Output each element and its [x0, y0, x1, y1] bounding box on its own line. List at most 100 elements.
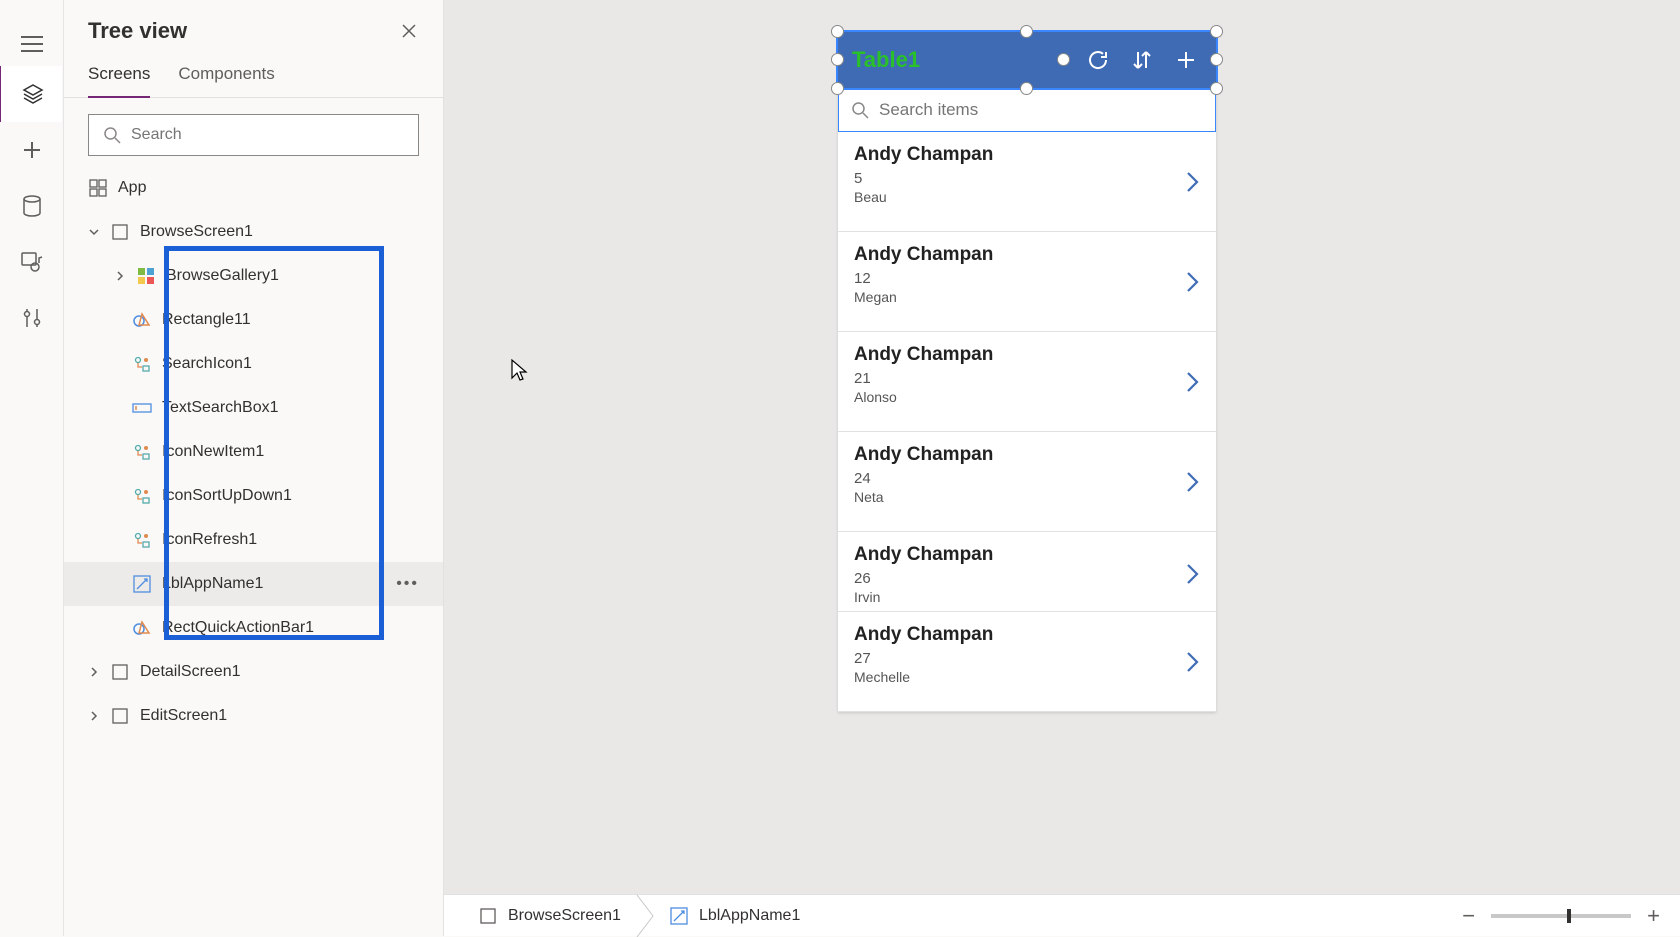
gallery-item[interactable]: Andy Champan 27 Mechelle [838, 612, 1216, 712]
tree-node-editscreen1[interactable]: EditScreen1 [64, 694, 443, 738]
layers-icon [22, 83, 44, 105]
gallery-item-sub: Irvin [854, 589, 1200, 605]
refresh-icon [1086, 48, 1110, 72]
tree-view-title: Tree view [88, 18, 187, 44]
tree-view-tabs: Screens Components [64, 44, 443, 98]
left-rail [0, 0, 64, 936]
tree-node-more-button[interactable]: ••• [396, 575, 419, 593]
shape-icon [132, 310, 152, 330]
rail-tree-view-button[interactable] [0, 66, 62, 122]
selection-handle[interactable] [831, 25, 844, 38]
screen-icon [478, 906, 498, 926]
shape-icon [132, 618, 152, 638]
gallery-item-sub: Neta [854, 489, 1200, 505]
zoom-slider-thumb[interactable] [1567, 909, 1571, 923]
gallery-item[interactable]: Andy Champan 12 Megan [838, 232, 1216, 332]
zoom-out-button[interactable]: − [1462, 903, 1475, 929]
gallery-item[interactable]: Andy Champan 5 Beau [838, 132, 1216, 232]
tree-node-label: IconSortUpDown1 [162, 487, 292, 505]
tree-node-detailscreen1[interactable]: DetailScreen1 [64, 650, 443, 694]
tree-node-rectangle11[interactable]: Rectangle11 [64, 298, 443, 342]
phone-gallery[interactable]: Andy Champan 5 Beau Andy Champan 12 Mega… [838, 132, 1216, 712]
phone-search-box[interactable] [838, 88, 1216, 132]
tree-view-close-button[interactable] [401, 23, 417, 39]
close-icon [401, 23, 417, 39]
sort-button[interactable] [1126, 44, 1158, 76]
chevron-right-icon[interactable] [1186, 650, 1200, 674]
zoom-slider[interactable] [1491, 914, 1631, 918]
hamburger-menu-button[interactable] [0, 18, 64, 66]
gallery-item-name: Andy Champan [854, 244, 1200, 266]
search-icon [103, 126, 121, 144]
phone-header[interactable]: Table1 [838, 32, 1216, 88]
tree-node-label: DetailScreen1 [140, 663, 241, 681]
rail-media-button[interactable] [0, 234, 64, 290]
canvas[interactable]: Table1 [444, 0, 1680, 894]
breadcrumb-label: LblAppName1 [699, 907, 800, 925]
tree-node-browsegallery1[interactable]: BrowseGallery1 [64, 254, 443, 298]
screen-icon [110, 222, 130, 242]
selection-handle[interactable] [1210, 53, 1223, 66]
tab-screens[interactable]: Screens [88, 64, 150, 98]
selection-handle[interactable] [1020, 25, 1033, 38]
chevron-right-icon[interactable] [1186, 170, 1200, 194]
gallery-item-sub: Megan [854, 289, 1200, 305]
refresh-button[interactable] [1082, 44, 1114, 76]
tree-list: App BrowseScreen1 BrowseGallery1 R [64, 166, 443, 738]
breadcrumb-separator [635, 895, 655, 937]
component-icon [132, 530, 152, 550]
app-icon [88, 178, 108, 198]
label-icon [669, 906, 689, 926]
label-icon [132, 574, 152, 594]
tree-search-input[interactable] [131, 126, 404, 144]
chevron-right-icon[interactable] [1186, 270, 1200, 294]
zoom-in-button[interactable]: + [1647, 903, 1660, 929]
rail-data-button[interactable] [0, 178, 64, 234]
tree-search-box[interactable] [88, 114, 419, 156]
phone-search-input[interactable] [879, 100, 1203, 120]
tab-components[interactable]: Components [178, 64, 274, 97]
tree-node-label: Rectangle11 [162, 311, 251, 329]
tree-node-iconrefresh1[interactable]: IconRefresh1 [64, 518, 443, 562]
gallery-item[interactable]: Andy Champan 21 Alonso [838, 332, 1216, 432]
plus-icon [1175, 49, 1197, 71]
tree-node-textsearchbox1[interactable]: TextSearchBox1 [64, 386, 443, 430]
chevron-right-icon[interactable] [1186, 562, 1200, 586]
gallery-item-name: Andy Champan [854, 544, 1200, 566]
tree-node-rectquickactionbar1[interactable]: RectQuickActionBar1 [64, 606, 443, 650]
textbox-icon [132, 398, 152, 418]
breadcrumb-screen[interactable]: BrowseScreen1 [464, 895, 635, 936]
gallery-item-name: Andy Champan [854, 344, 1200, 366]
gallery-icon [136, 266, 156, 286]
gallery-item[interactable]: Andy Champan 24 Neta [838, 432, 1216, 532]
zoom-controls: − + [1462, 903, 1660, 929]
tree-node-browsescreen1[interactable]: BrowseScreen1 [64, 210, 443, 254]
chevron-right-icon[interactable] [1186, 470, 1200, 494]
component-icon [132, 442, 152, 462]
sort-icon [1131, 48, 1153, 72]
gallery-item-sub: Mechelle [854, 669, 1200, 685]
tree-node-searchicon1[interactable]: SearchIcon1 [64, 342, 443, 386]
rail-add-button[interactable] [0, 122, 64, 178]
breadcrumb-control[interactable]: LblAppName1 [655, 895, 814, 936]
add-button[interactable] [1170, 44, 1202, 76]
selection-handle[interactable] [831, 53, 844, 66]
chevron-right-icon[interactable] [1186, 370, 1200, 394]
search-icon [851, 101, 869, 119]
tree-node-label: SearchIcon1 [162, 355, 252, 373]
chevron-down-icon [88, 226, 100, 238]
tree-node-app[interactable]: App [64, 166, 443, 210]
gallery-item-number: 24 [854, 470, 1200, 487]
gallery-item-number: 26 [854, 570, 1200, 587]
tree-node-label: BrowseScreen1 [140, 223, 253, 241]
tree-node-label: TextSearchBox1 [162, 399, 279, 417]
tree-node-lblappname1[interactable]: LblAppName1 ••• [64, 562, 443, 606]
rail-settings-button[interactable] [0, 290, 64, 346]
tree-node-iconnewitem1[interactable]: IconNewItem1 [64, 430, 443, 474]
screen-icon [110, 706, 130, 726]
selection-handle[interactable] [1210, 25, 1223, 38]
tree-node-iconsortupdown1[interactable]: IconSortUpDown1 [64, 474, 443, 518]
phone-preview[interactable]: Table1 [838, 32, 1216, 712]
gallery-item[interactable]: Andy Champan 26 Irvin [838, 532, 1216, 612]
chevron-right-icon [88, 710, 100, 722]
